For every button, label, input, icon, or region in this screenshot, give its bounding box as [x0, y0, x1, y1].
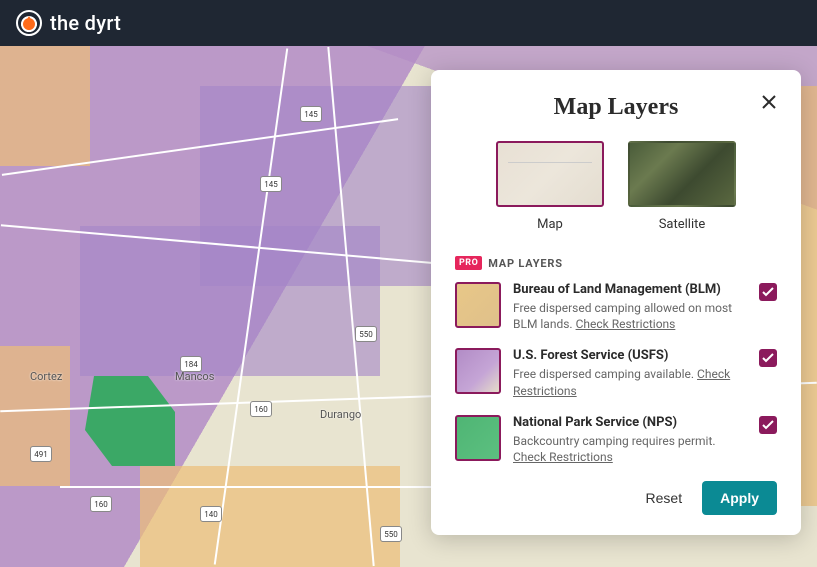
satellite-thumb-icon [628, 141, 736, 207]
route-shield: 160 [90, 496, 112, 512]
map-layers-panel: Map Layers Map Satellite PRO MAP LAYERS … [431, 70, 801, 535]
check-restrictions-link[interactable]: Check Restrictions [513, 450, 613, 464]
layer-row-blm: Bureau of Land Management (BLM) Free dis… [455, 282, 777, 332]
basemap-option-satellite[interactable]: Satellite [628, 141, 736, 232]
layer-thumb-icon [455, 348, 501, 394]
close-icon[interactable] [757, 90, 781, 114]
map-thumb-icon [496, 141, 604, 207]
layers-section-header: PRO MAP LAYERS [455, 256, 777, 270]
layer-thumb-icon [455, 282, 501, 328]
layer-title: U.S. Forest Service (USFS) [513, 348, 747, 363]
layer-title: National Park Service (NPS) [513, 415, 747, 430]
layer-description: Backcountry camping requires permit. Che… [513, 433, 747, 465]
panel-header: Map Layers [455, 94, 777, 121]
map-canvas[interactable]: 145 145 184 160 550 491 140 160 550 Cort… [0, 46, 817, 567]
app-header: the dyrt [0, 0, 817, 46]
panel-title: Map Layers [554, 94, 679, 121]
layer-checkbox[interactable] [759, 283, 777, 301]
route-shield: 145 [260, 176, 282, 192]
apply-button[interactable]: Apply [702, 481, 777, 515]
layer-text: Bureau of Land Management (BLM) Free dis… [513, 282, 747, 332]
section-label: MAP LAYERS [488, 257, 563, 270]
layer-row-nps: National Park Service (NPS) Backcountry … [455, 415, 777, 465]
route-shield: 145 [300, 106, 322, 122]
layer-text: U.S. Forest Service (USFS) Free disperse… [513, 348, 747, 398]
reset-button[interactable]: Reset [640, 482, 689, 514]
basemap-selector: Map Satellite [455, 141, 777, 232]
route-shield: 491 [30, 446, 52, 462]
layer-checkbox[interactable] [759, 416, 777, 434]
town-label: Durango [320, 408, 361, 421]
town-label: Mancos [175, 370, 214, 383]
panel-footer: Reset Apply [455, 481, 777, 515]
check-restrictions-link[interactable]: Check Restrictions [576, 317, 676, 331]
layer-row-usfs: U.S. Forest Service (USFS) Free disperse… [455, 348, 777, 398]
flame-icon [16, 10, 42, 36]
layer-checkbox[interactable] [759, 349, 777, 367]
town-label: Cortez [30, 370, 62, 383]
brand-logo[interactable]: the dyrt [16, 10, 121, 36]
basemap-label: Map [537, 217, 563, 232]
layer-description: Free dispersed camping allowed on most B… [513, 300, 747, 332]
route-shield: 550 [355, 326, 377, 342]
basemap-label: Satellite [659, 217, 706, 232]
brand-name: the dyrt [50, 11, 121, 35]
route-shield: 160 [250, 401, 272, 417]
layer-title: Bureau of Land Management (BLM) [513, 282, 747, 297]
pro-badge: PRO [455, 256, 482, 270]
route-shield: 140 [200, 506, 222, 522]
route-shield: 550 [380, 526, 402, 542]
layer-text: National Park Service (NPS) Backcountry … [513, 415, 747, 465]
layer-description: Free dispersed camping available. Check … [513, 366, 747, 398]
layer-thumb-icon [455, 415, 501, 461]
basemap-option-map[interactable]: Map [496, 141, 604, 232]
